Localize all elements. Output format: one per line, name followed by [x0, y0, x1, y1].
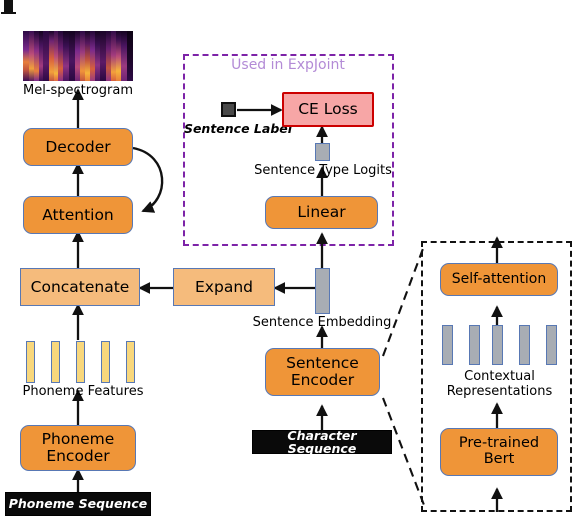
node-concatenate[interactable]: Concatenate: [20, 268, 140, 306]
diagram-canvas: Mel-spectrogram Decoder Attention Concat…: [0, 0, 574, 520]
node-phoneme-encoder[interactable]: Phoneme Encoder: [20, 425, 136, 471]
node-attention[interactable]: Attention: [23, 196, 133, 234]
phoneme-encoder-label-line2: Encoder: [46, 447, 110, 465]
node-phoneme-sequence[interactable]: Phoneme Sequence: [5, 492, 151, 516]
contextual-representations-label: Contextual Representations: [427, 369, 572, 400]
pretrained-bert-label-line1: Pre-trained: [458, 435, 540, 452]
sentence-embedding-block: [315, 268, 330, 314]
sentence-label-token: [221, 102, 236, 117]
node-expand[interactable]: Expand: [173, 268, 275, 306]
node-character-sequence[interactable]: Character Sequence: [252, 428, 392, 455]
sentence-encoder-label-line1: Sentence: [286, 354, 359, 373]
node-self-attention[interactable]: Self-attention: [440, 263, 558, 296]
sentence-encoder-label-line2: Encoder: [290, 371, 355, 389]
node-sentence-encoder[interactable]: Sentence Encoder: [265, 348, 380, 396]
expjoint-group-title: Used in ExpJoint: [231, 57, 345, 73]
phoneme-feature-bar: [26, 341, 35, 383]
contextual-representation-bar: [546, 325, 557, 365]
contextual-representation-bar: [519, 325, 530, 365]
contextual-representations-line1: Contextual: [464, 369, 535, 384]
sentence-label-text: Sentence Label: [183, 121, 293, 136]
contextual-representations-line2: Representations: [446, 384, 553, 400]
phoneme-feature-bar: [101, 341, 110, 383]
phoneme-feature-bar: [76, 341, 85, 383]
sentence-type-logits-label: Sentence Type Logits: [254, 163, 392, 178]
node-ce-loss[interactable]: CE Loss: [282, 92, 374, 127]
phoneme-feature-bar: [51, 341, 60, 383]
phoneme-feature-bar: [126, 341, 135, 383]
decoder-attention-feedback-edge: [132, 146, 164, 213]
node-decoder[interactable]: Decoder: [23, 128, 133, 166]
node-pretrained-bert[interactable]: Pre-trained Bert: [440, 428, 558, 476]
pretrained-bert-label-line2: Bert: [483, 451, 515, 467]
mel-spectrogram-image: [23, 31, 133, 81]
contextual-representation-bar: [492, 325, 503, 365]
sentence-embedding-label: Sentence Embedding: [252, 315, 392, 330]
page-crop-artifact: [1, 0, 16, 14]
sentence-type-logits-block: [315, 143, 330, 161]
node-linear[interactable]: Linear: [265, 196, 378, 229]
phoneme-features-label: Phoneme Features: [22, 384, 144, 399]
phoneme-encoder-label-line1: Phoneme: [41, 430, 115, 449]
mel-spectrogram-label: Mel-spectrogram: [22, 83, 134, 98]
contextual-representation-bar: [442, 325, 453, 365]
contextual-representation-bar: [469, 325, 480, 365]
